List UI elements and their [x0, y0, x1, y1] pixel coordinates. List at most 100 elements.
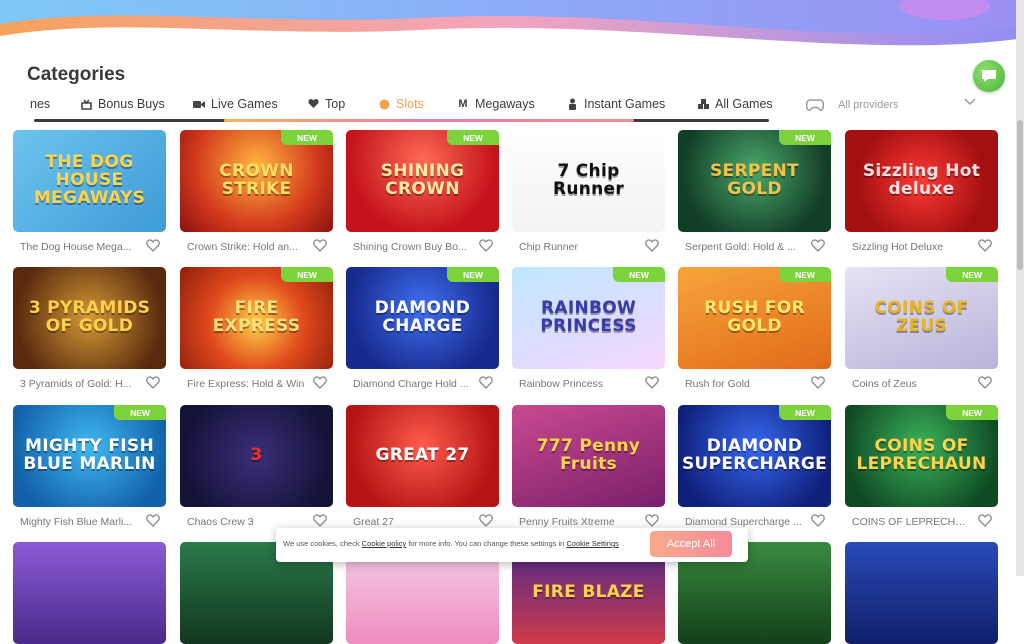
game-logo-text: DIAMOND CHARGE — [374, 298, 471, 336]
game-logo-text: THE DOG HOUSE MEGAWAYS — [33, 152, 146, 208]
game-logo-text: MIGHTY FISH BLUE MARLIN — [23, 436, 156, 474]
game-logo-text: 3 PYRAMIDS OF GOLD — [28, 298, 151, 336]
favorite-heart-icon[interactable] — [479, 514, 493, 528]
favorite-heart-icon[interactable] — [645, 376, 659, 390]
game-logo-text: SHINING CROWN — [380, 161, 465, 199]
game-title: Fire Express: Hold & Win — [187, 378, 305, 390]
tab-slots[interactable]: Slots — [378, 94, 424, 114]
game-logo-text: FIRE BLAZE — [532, 582, 645, 603]
game-logo-text: CROWN STRIKE — [219, 161, 294, 199]
game-title: Coins of Zeus — [852, 378, 917, 390]
tab-games-partial[interactable]: nes — [30, 94, 50, 114]
game-logo-text: FIRE EXPRESS — [212, 298, 301, 336]
game-title: 3 Pyramids of Gold: H... — [20, 378, 132, 390]
header-banner — [0, 0, 1024, 60]
game-thumbnail[interactable]: GREAT 27 — [346, 405, 499, 507]
game-title: Chaos Crew 3 — [187, 516, 254, 528]
favorite-heart-icon[interactable] — [479, 376, 493, 390]
game-thumbnail[interactable]: DIAMOND SUPERCHARGE NEW — [678, 405, 831, 507]
game-thumbnail[interactable]: 3 — [180, 405, 333, 507]
new-badge: NEW — [946, 405, 998, 420]
providers-value: All providers — [838, 99, 899, 111]
favorite-heart-icon[interactable] — [978, 514, 992, 528]
cookie-banner: We use cookies, check Cookie policy for … — [276, 528, 748, 562]
tab-label: Live Games — [211, 97, 278, 111]
page-scrollbar[interactable] — [1016, 0, 1024, 576]
tab-label: Top — [325, 97, 346, 111]
game-title: Penny Fruits Xtreme — [519, 516, 615, 528]
tab-megaways[interactable]: M Megaways — [457, 94, 534, 114]
tab-all-games[interactable]: All Games — [697, 94, 773, 114]
tab-top[interactable]: Top — [307, 94, 345, 114]
favorite-heart-icon[interactable] — [313, 239, 327, 253]
gamepad-icon — [806, 99, 824, 111]
tab-live-games[interactable]: Live Games — [193, 94, 278, 114]
favorite-heart-icon[interactable] — [645, 514, 659, 528]
game-title: Shining Crown Buy Bo... — [353, 241, 467, 253]
chat-button[interactable] — [973, 60, 1005, 92]
game-thumbnail[interactable]: SERPENT GOLD NEW — [678, 130, 831, 232]
favorite-heart-icon[interactable] — [313, 376, 327, 390]
tabs-scroll-indicator — [34, 119, 769, 122]
game-logo-text: RUSH FOR GOLD — [704, 298, 805, 336]
game-title: Diamond Supercharge ... — [685, 516, 802, 528]
new-badge: NEW — [114, 405, 166, 420]
game-thumbnail[interactable]: 3 PYRAMIDS OF GOLD — [13, 267, 166, 369]
scrollbar-thumb[interactable] — [1017, 120, 1023, 270]
game-thumbnail[interactable] — [845, 542, 998, 644]
accept-all-button[interactable]: Accept All — [650, 531, 732, 557]
new-badge: NEW — [281, 267, 333, 282]
game-thumbnail[interactable]: Sizzling Hot deluxe — [845, 130, 998, 232]
heart-icon — [307, 98, 319, 110]
game-title: The Dog House Mega... — [20, 241, 132, 253]
game-thumbnail[interactable]: 777 Penny Fruits — [512, 405, 665, 507]
providers-select[interactable]: All providers — [806, 94, 982, 116]
tab-bonus-buys[interactable]: Bonus Buys — [80, 94, 165, 114]
favorite-heart-icon[interactable] — [645, 239, 659, 253]
favorite-heart-icon[interactable] — [313, 514, 327, 528]
favorite-heart-icon[interactable] — [146, 514, 160, 528]
game-title: Sizzling Hot Deluxe — [852, 241, 944, 253]
new-badge: NEW — [281, 130, 333, 145]
cookie-settings-link[interactable]: Cookie Settings — [566, 539, 619, 548]
tab-instant-games[interactable]: Instant Games — [566, 94, 665, 114]
game-title: COINS OF LEPRECHAU... — [852, 516, 970, 528]
new-badge: NEW — [779, 267, 831, 282]
game-thumbnail[interactable]: RUSH FOR GOLD NEW — [678, 267, 831, 369]
chat-icon — [982, 70, 996, 82]
game-logo-text: Sizzling Hot deluxe — [862, 161, 981, 199]
game-thumbnail[interactable]: CROWN STRIKE NEW — [180, 130, 333, 232]
favorite-heart-icon[interactable] — [978, 239, 992, 253]
favorite-heart-icon[interactable] — [978, 376, 992, 390]
favorite-heart-icon[interactable] — [146, 376, 160, 390]
game-thumbnail[interactable]: RAINBOW PRINCESS NEW — [512, 267, 665, 369]
game-thumbnail[interactable]: 7 Chip Runner — [512, 130, 665, 232]
category-tabs: nes Bonus Buys Live Games Top Slots M Me… — [0, 90, 800, 122]
game-thumbnail[interactable]: COINS OF LEPRECHAUN NEW — [845, 405, 998, 507]
game-logo-text: 7 Chip Runner — [552, 161, 625, 199]
favorite-heart-icon[interactable] — [479, 239, 493, 253]
bonus-buys-icon — [80, 98, 92, 110]
tabs-scroll-thumb[interactable] — [224, 119, 634, 122]
favorite-heart-icon[interactable] — [146, 239, 160, 253]
game-logo-text: GREAT 27 — [375, 445, 470, 466]
game-thumbnail[interactable]: COINS OF ZEUS NEW — [845, 267, 998, 369]
tab-label: Instant Games — [584, 97, 666, 111]
new-badge: NEW — [447, 267, 499, 282]
favorite-heart-icon[interactable] — [811, 514, 825, 528]
game-thumbnail[interactable] — [13, 542, 166, 644]
game-title: Mighty Fish Blue Marli... — [20, 516, 133, 528]
cookie-message: We use cookies, check Cookie policy for … — [283, 539, 619, 548]
slots-icon — [378, 98, 390, 110]
instant-icon — [566, 98, 578, 110]
game-thumbnail[interactable]: DIAMOND CHARGE NEW — [346, 267, 499, 369]
tab-label: All Games — [715, 97, 773, 111]
favorite-heart-icon[interactable] — [811, 376, 825, 390]
game-thumbnail[interactable]: MIGHTY FISH BLUE MARLIN NEW — [13, 405, 166, 507]
game-thumbnail[interactable]: FIRE EXPRESS NEW — [180, 267, 333, 369]
favorite-heart-icon[interactable] — [811, 239, 825, 253]
game-thumbnail[interactable]: SHINING CROWN NEW — [346, 130, 499, 232]
game-thumbnail[interactable]: THE DOG HOUSE MEGAWAYS — [13, 130, 166, 232]
cookie-policy-link[interactable]: Cookie policy — [362, 539, 407, 548]
camera-icon — [193, 98, 205, 110]
